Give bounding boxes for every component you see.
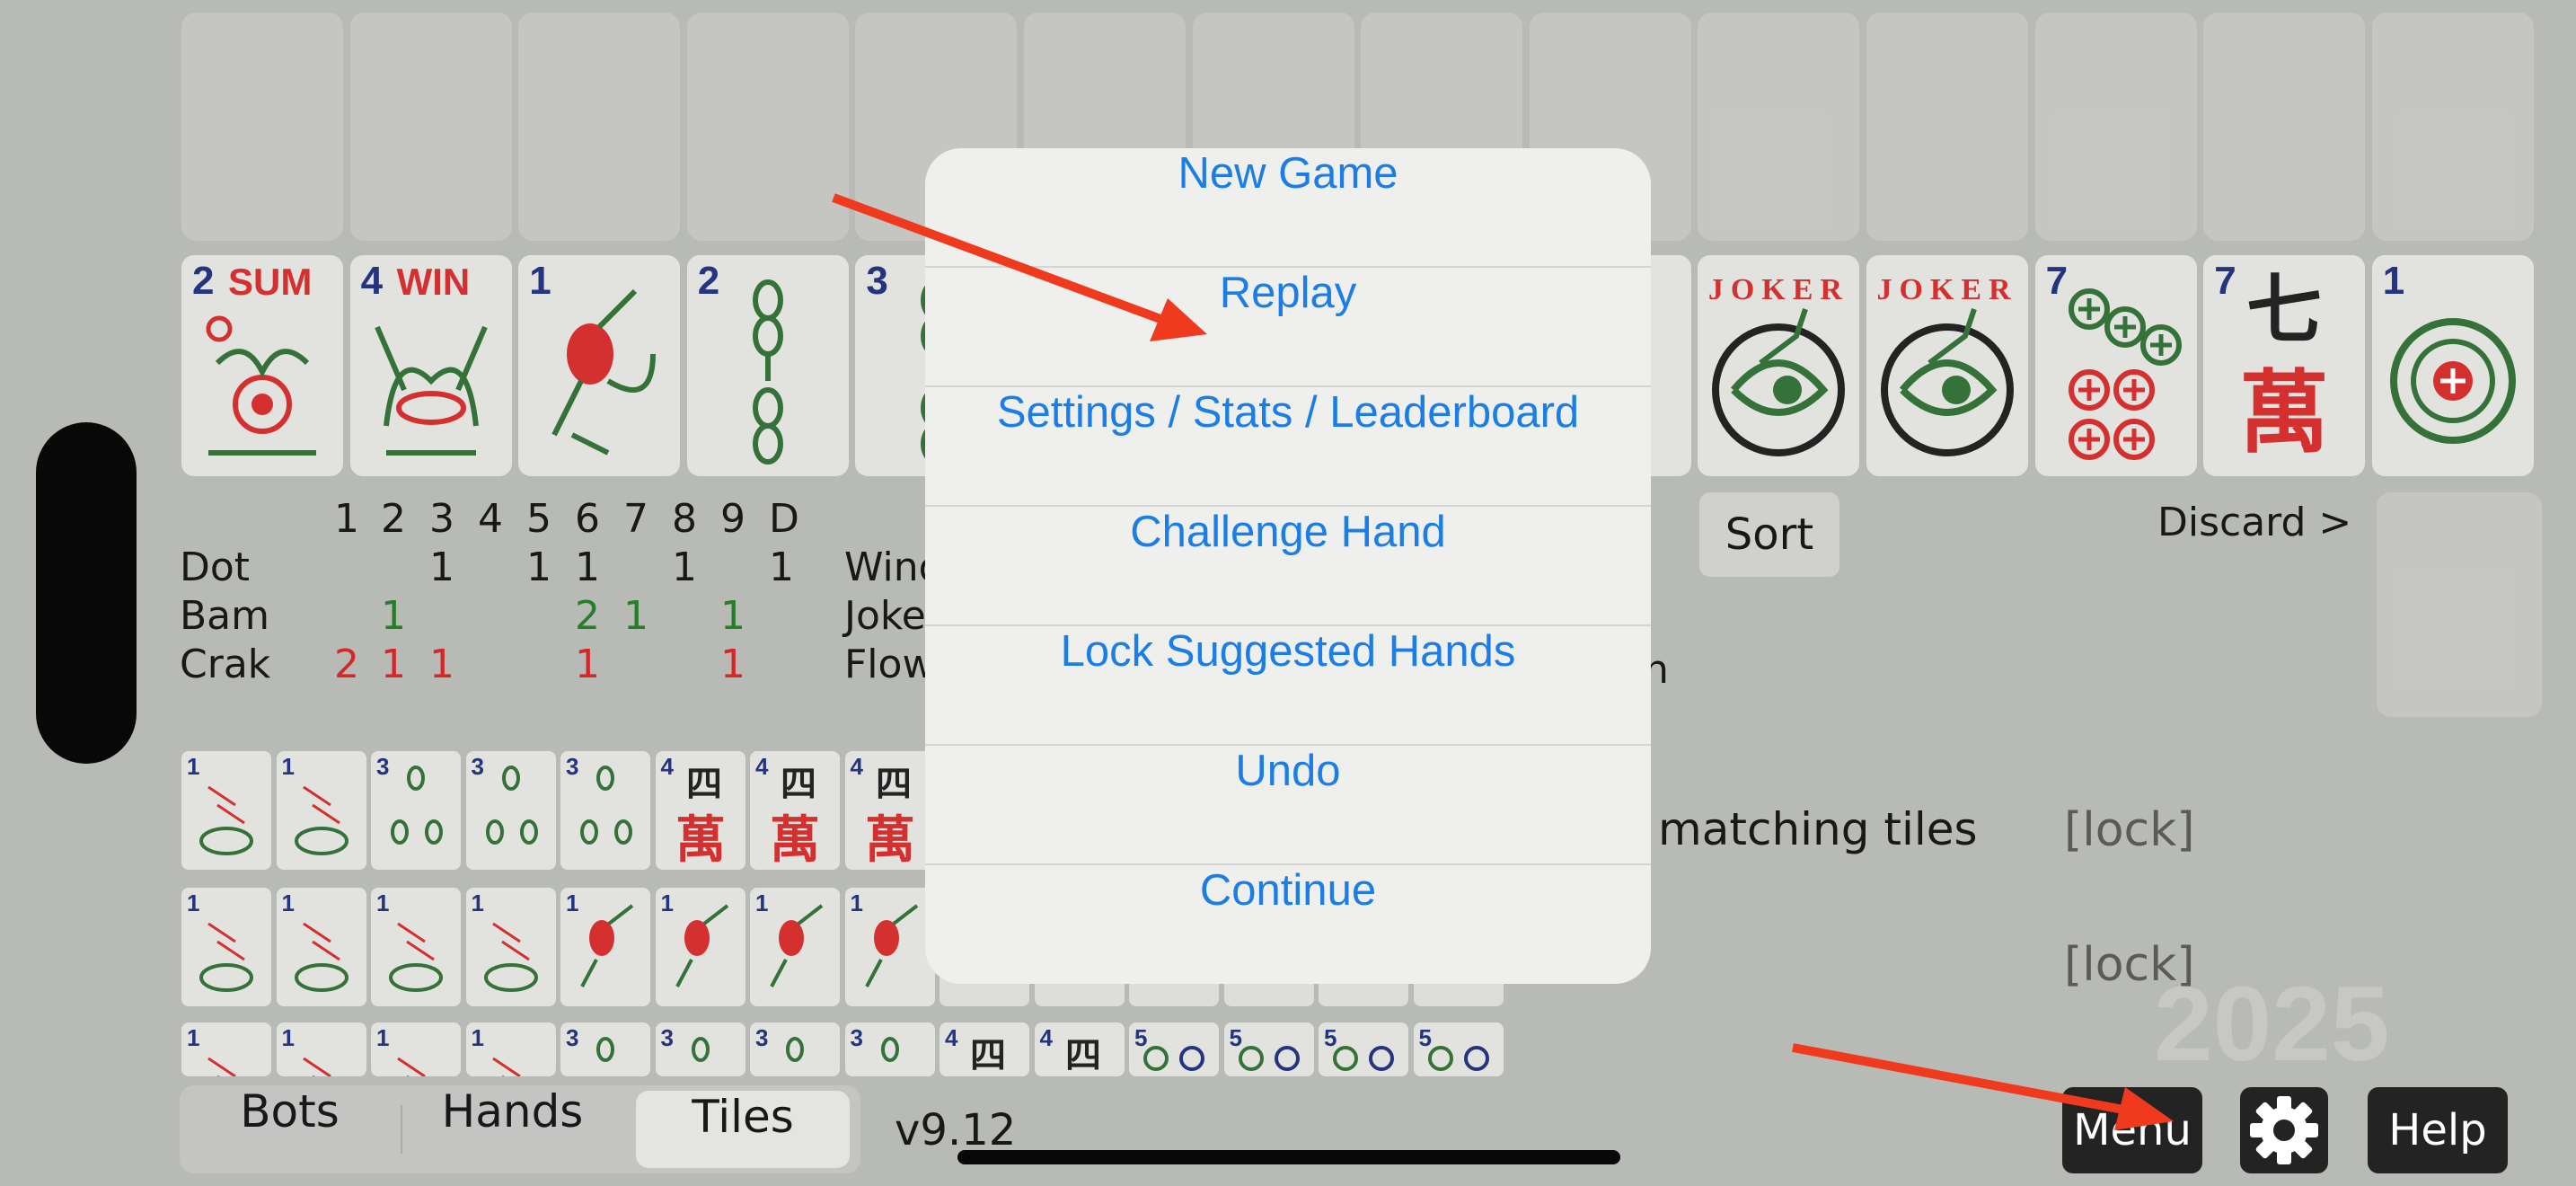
menu-item-replay[interactable]: Replay (925, 268, 1651, 387)
menu-item-undo[interactable]: Undo (925, 746, 1651, 865)
menu-item-settings-stats-leaderboard[interactable]: Settings / Stats / Leaderboard (925, 387, 1651, 507)
menu-item-lock-suggested-hands[interactable]: Lock Suggested Hands (925, 626, 1651, 746)
game-menu: New Game Replay Settings / Stats / Leade… (925, 148, 1651, 984)
menu-item-challenge-hand[interactable]: Challenge Hand (925, 507, 1651, 626)
menu-item-continue[interactable]: Continue (925, 865, 1651, 984)
menu-item-new-game[interactable]: New Game (925, 148, 1651, 268)
